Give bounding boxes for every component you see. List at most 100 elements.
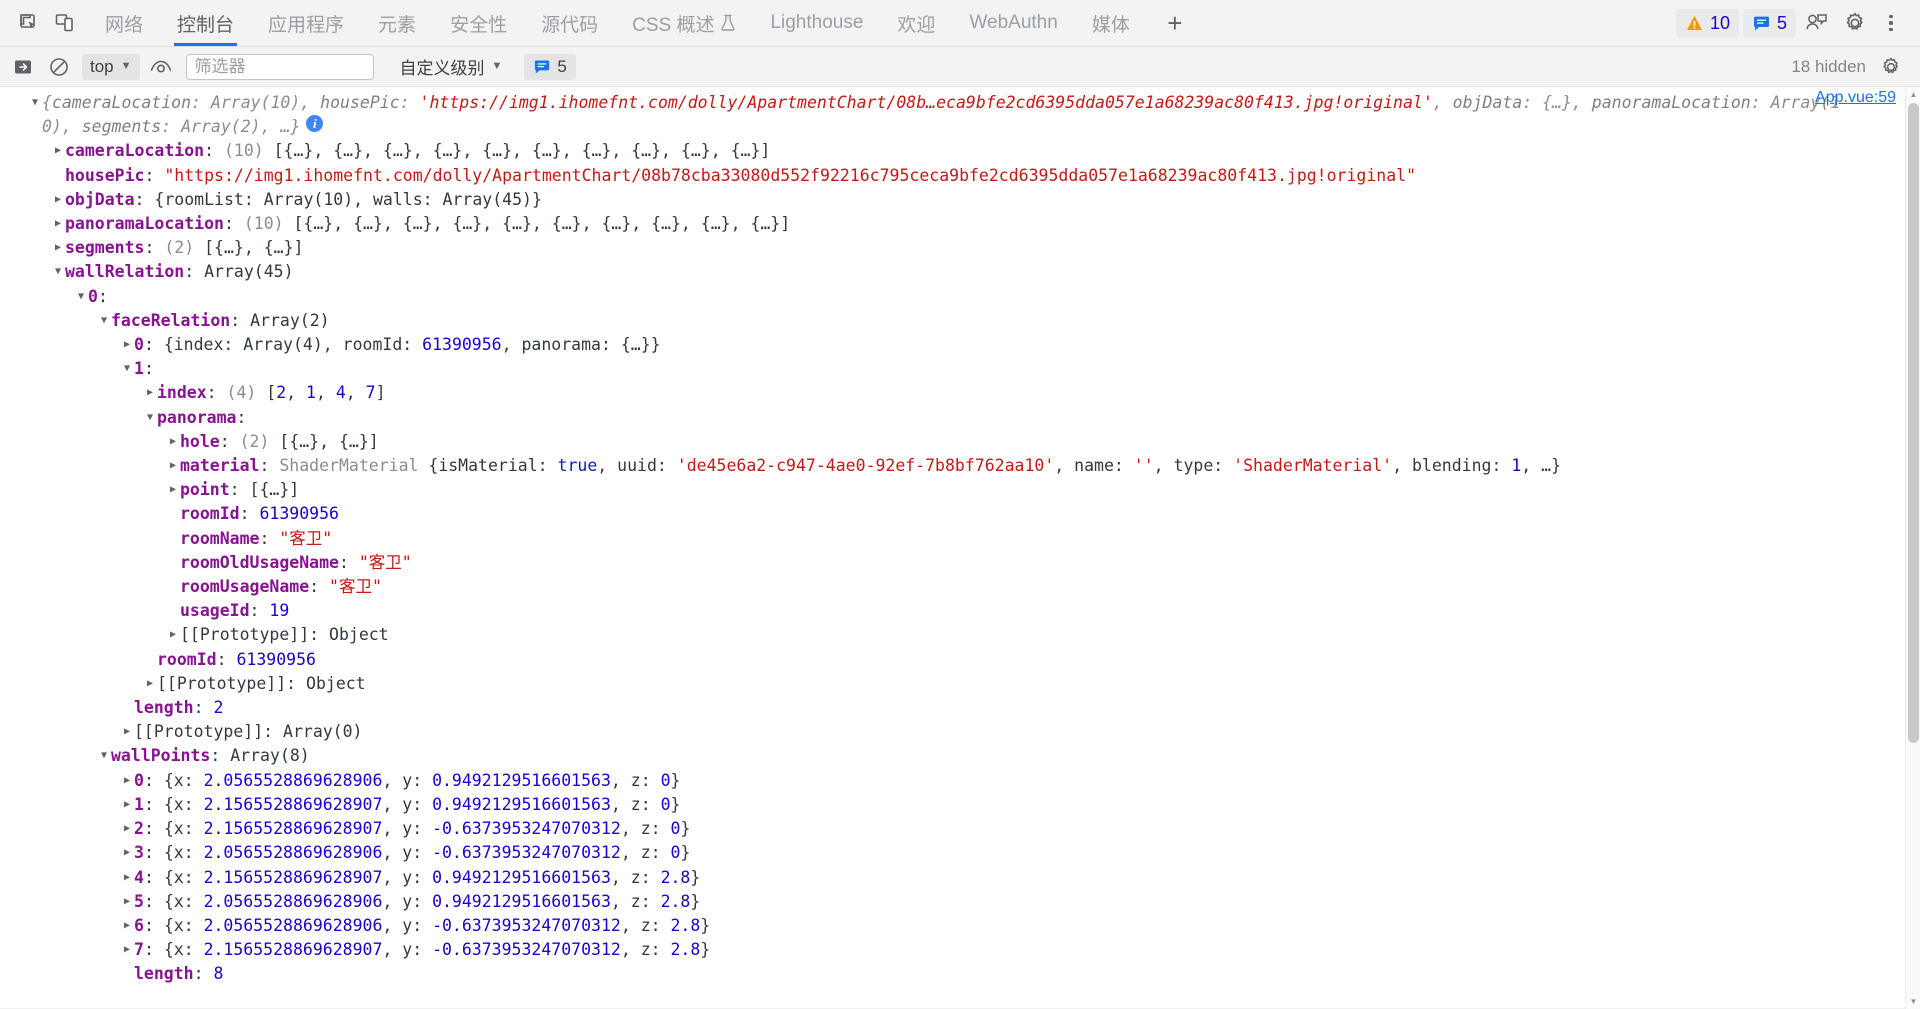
tab-application[interactable]: 应用程序 bbox=[251, 0, 361, 46]
expand-triangle-open-icon[interactable] bbox=[143, 406, 157, 430]
expand-triangle-open-icon[interactable] bbox=[97, 744, 111, 768]
console-line-text: [[Prototype]]: Object bbox=[157, 673, 366, 693]
expand-triangle-open-icon[interactable] bbox=[97, 309, 111, 333]
tab-label: 控制台 bbox=[177, 14, 235, 36]
tab-elements[interactable]: 元素 bbox=[361, 0, 433, 46]
scroll-down-arrow[interactable]: ▼ bbox=[1906, 994, 1920, 1009]
expand-triangle-closed-icon[interactable] bbox=[166, 478, 180, 502]
expand-triangle-closed-icon[interactable] bbox=[120, 866, 134, 890]
console-line-text: hole: (2) [{…}, {…}] bbox=[180, 431, 379, 451]
expand-triangle-closed-icon[interactable] bbox=[143, 381, 157, 405]
expand-triangle-closed-icon[interactable] bbox=[120, 333, 134, 357]
expand-triangle-closed-icon[interactable] bbox=[120, 914, 134, 938]
console-settings-gear-icon[interactable] bbox=[1876, 53, 1906, 81]
console-line: wallPoints: Array(8) bbox=[0, 744, 1920, 768]
info-badge-icon[interactable]: i bbox=[306, 115, 324, 133]
tab-network[interactable]: 网络 bbox=[88, 0, 160, 46]
console-line-text: 4: {x: 2.1565528869628907, y: 0.94921295… bbox=[134, 867, 701, 887]
console-line: cameraLocation: (10) [{…}, {…}, {…}, {…}… bbox=[0, 139, 1920, 163]
clear-console-icon[interactable] bbox=[44, 53, 74, 81]
expand-triangle-closed-icon[interactable] bbox=[166, 623, 180, 647]
console-line: 5: {x: 2.0565528869628906, y: 0.94921295… bbox=[0, 890, 1920, 914]
expand-triangle-closed-icon[interactable] bbox=[51, 139, 65, 163]
console-line-text: [[Prototype]]: Object bbox=[180, 625, 389, 645]
console-line-text: 5: {x: 2.0565528869628906, y: 0.94921295… bbox=[134, 891, 701, 911]
warning-counter[interactable]: 10 bbox=[1675, 8, 1739, 38]
console-line: 1: bbox=[0, 357, 1920, 381]
sidebar-toggle-icon[interactable] bbox=[8, 53, 38, 81]
tab-lighthouse[interactable]: Lighthouse bbox=[753, 0, 880, 46]
console-line: hole: (2) [{…}, {…}] bbox=[0, 430, 1920, 454]
message-counter[interactable]: 5 bbox=[1742, 8, 1796, 38]
console-line-text: panoramaLocation: (10) [{…}, {…}, {…}, {… bbox=[65, 214, 791, 234]
live-expression-icon[interactable] bbox=[146, 53, 176, 81]
console-line: housePic: "https://img1.ihomefnt.com/dol… bbox=[0, 164, 1920, 188]
expand-triangle-closed-icon[interactable] bbox=[166, 454, 180, 478]
console-line: 4: {x: 2.1565528869628907, y: 0.94921295… bbox=[0, 866, 1920, 890]
tab-console[interactable]: 控制台 bbox=[160, 0, 251, 46]
console-toolbar: top ▼ 自定义级别 ▼ 5 18 hidden bbox=[0, 47, 1920, 87]
add-panel-button[interactable]: + bbox=[1157, 5, 1193, 41]
tab-media[interactable]: 媒体 bbox=[1075, 0, 1147, 46]
execution-context-selector[interactable]: top ▼ bbox=[82, 53, 140, 80]
more-options-icon[interactable] bbox=[1876, 7, 1906, 39]
gear-icon[interactable] bbox=[1838, 6, 1872, 40]
tab-sources[interactable]: 源代码 bbox=[524, 0, 615, 46]
expand-triangle-closed-icon[interactable] bbox=[166, 430, 180, 454]
expand-triangle-open-icon[interactable] bbox=[74, 285, 88, 309]
log-level-selector[interactable]: 自定义级别 ▼ bbox=[394, 51, 509, 82]
speech-bubble-icon bbox=[535, 59, 550, 74]
expand-triangle-open-icon[interactable] bbox=[51, 260, 65, 284]
console-line: length: 2 bbox=[0, 696, 1920, 720]
expand-triangle-open-icon[interactable] bbox=[120, 357, 134, 381]
inspect-cursor-icon[interactable] bbox=[1800, 6, 1834, 40]
tab-label: 安全性 bbox=[450, 14, 508, 36]
console-line-text: wallRelation: Array(45) bbox=[65, 262, 294, 282]
expand-triangle-closed-icon[interactable] bbox=[120, 817, 134, 841]
console-line: roomName: "客卫" bbox=[0, 527, 1920, 551]
console-line-text: 0), segments: Array(2), …} bbox=[42, 117, 301, 137]
expand-triangle-closed-icon[interactable] bbox=[143, 672, 157, 696]
hidden-messages-count[interactable]: 18 hidden bbox=[1791, 57, 1866, 77]
expand-triangle-closed-icon[interactable] bbox=[120, 841, 134, 865]
expand-triangle-closed-icon[interactable] bbox=[120, 720, 134, 744]
scroll-up-arrow[interactable]: ▲ bbox=[1906, 87, 1920, 102]
inspect-element-icon[interactable] bbox=[12, 6, 46, 40]
console-line: 0), segments: Array(2), …} i bbox=[0, 115, 1920, 139]
warning-icon bbox=[1686, 15, 1702, 30]
expand-triangle-closed-icon[interactable] bbox=[120, 890, 134, 914]
console-scrollbar[interactable]: ▲ ▼ bbox=[1905, 87, 1920, 1009]
filter-input[interactable] bbox=[185, 53, 374, 80]
console-line: 2: {x: 2.1565528869628907, y: -0.6373953… bbox=[0, 817, 1920, 841]
console-line: [[Prototype]]: Object bbox=[0, 672, 1920, 696]
tab-welcome[interactable]: 欢迎 bbox=[880, 0, 952, 46]
console-line-text: roomOldUsageName: "客卫" bbox=[180, 552, 412, 572]
tab-label: 欢迎 bbox=[897, 14, 936, 36]
expand-triangle-closed-icon[interactable] bbox=[120, 769, 134, 793]
source-location-link[interactable]: App.vue:59 bbox=[1815, 89, 1896, 107]
expand-triangle-closed-icon[interactable] bbox=[51, 236, 65, 260]
console-line: point: [{…}] bbox=[0, 478, 1920, 502]
console-line: roomId: 61390956 bbox=[0, 648, 1920, 672]
expand-triangle-open-icon[interactable] bbox=[28, 91, 42, 115]
scrollbar-thumb[interactable] bbox=[1908, 103, 1919, 743]
console-line: faceRelation: Array(2) bbox=[0, 309, 1920, 333]
device-toolbar-icon[interactable] bbox=[48, 6, 82, 40]
console-line: usageId: 19 bbox=[0, 599, 1920, 623]
console-line-text: 2: {x: 2.1565528869628907, y: -0.6373953… bbox=[134, 819, 691, 839]
expand-triangle-closed-icon[interactable] bbox=[120, 938, 134, 962]
expand-triangle-closed-icon[interactable] bbox=[51, 212, 65, 236]
console-line-text: 0: bbox=[88, 286, 108, 306]
tab-label: 媒体 bbox=[1091, 14, 1130, 36]
message-count: 5 bbox=[1776, 12, 1787, 33]
dock-buttons bbox=[6, 6, 88, 40]
expand-triangle-closed-icon[interactable] bbox=[120, 793, 134, 817]
chevron-down-icon: ▼ bbox=[491, 60, 503, 72]
tab-webauthn[interactable]: WebAuthn bbox=[952, 0, 1074, 46]
tab-security[interactable]: 安全性 bbox=[433, 0, 524, 46]
tab-css-overview[interactable]: CSS 概述 bbox=[615, 0, 753, 46]
issues-counter[interactable]: 5 bbox=[524, 53, 576, 80]
console-line: 0: {x: 2.0565528869628906, y: 0.94921295… bbox=[0, 769, 1920, 793]
expand-triangle-closed-icon[interactable] bbox=[51, 188, 65, 212]
console-line-text: 6: {x: 2.0565528869628906, y: -0.6373953… bbox=[134, 915, 711, 935]
